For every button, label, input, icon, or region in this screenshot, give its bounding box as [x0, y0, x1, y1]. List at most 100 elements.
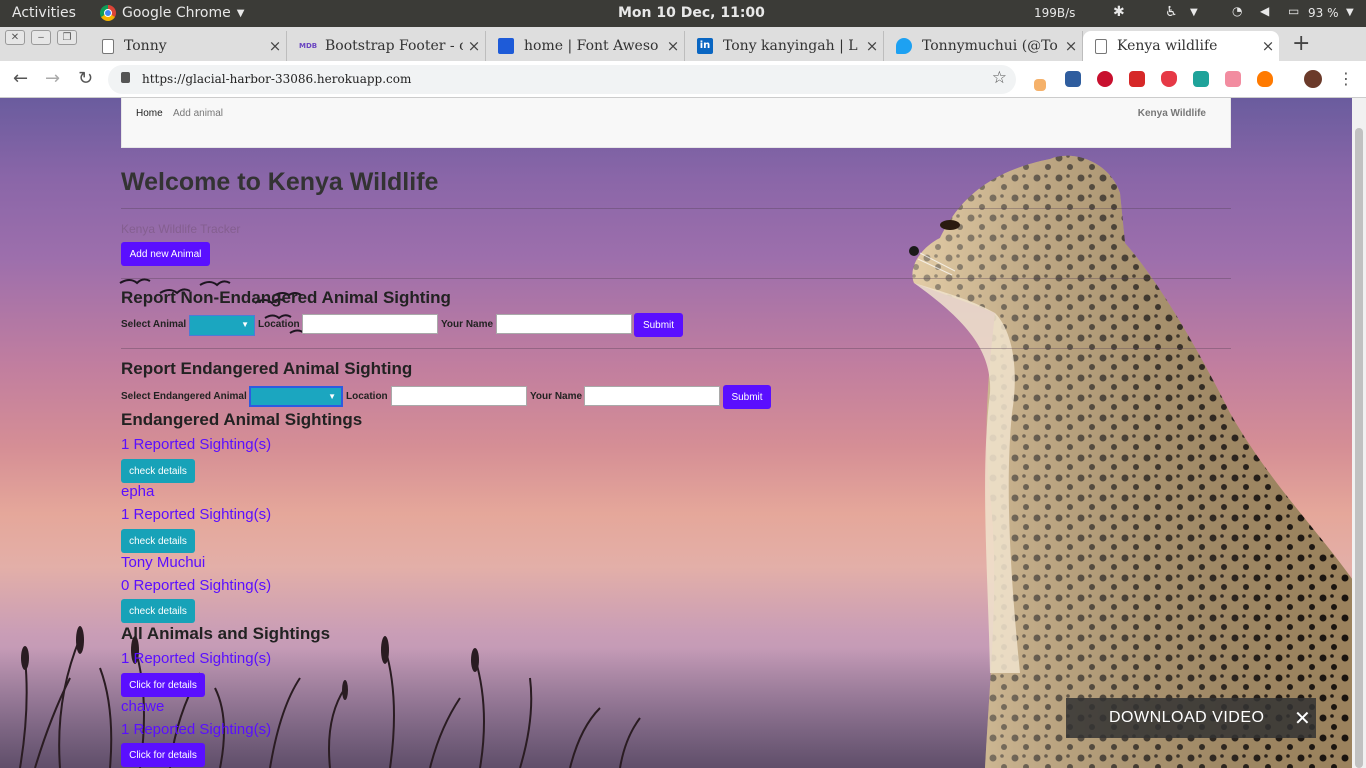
- submit-button[interactable]: Submit: [634, 313, 683, 337]
- sighting-count[interactable]: 0 Reported Sighting(s): [121, 577, 271, 594]
- divider: [121, 348, 1231, 349]
- sighting-count[interactable]: 1 Reported Sighting(s): [121, 436, 271, 453]
- divider: [121, 208, 1231, 209]
- page-icon: [1095, 38, 1107, 54]
- your-name-label: Your Name: [441, 319, 494, 330]
- tab-kenya-wildlife[interactable]: Kenya wildlife ×: [1083, 31, 1279, 61]
- name-input[interactable]: [584, 386, 720, 406]
- submit-button[interactable]: Submit: [723, 385, 771, 409]
- sighting-count[interactable]: 1 Reported Sighting(s): [121, 650, 271, 667]
- fire-extension-icon[interactable]: [1257, 71, 1273, 87]
- close-icon[interactable]: ×: [1257, 37, 1279, 55]
- back-arrow-icon[interactable]: ←: [13, 68, 28, 89]
- lock-icon: [121, 72, 130, 83]
- new-tab-button[interactable]: +: [1292, 31, 1310, 56]
- tab-twitter[interactable]: Tonnymuchui (@To ×: [884, 31, 1083, 61]
- location-label: Location: [346, 391, 388, 402]
- extension-icon[interactable]: [1097, 71, 1113, 87]
- chevron-down-icon: ▼: [236, 7, 245, 19]
- page-icon: [102, 38, 114, 54]
- app-menu[interactable]: Google Chrome ▼: [100, 5, 244, 21]
- volume-icon[interactable]: ◀: [1260, 4, 1269, 18]
- mdb-icon: MDB: [299, 42, 318, 50]
- tab-title: Tony kanyingah | L: [723, 38, 858, 54]
- forward-arrow-icon[interactable]: →: [45, 68, 60, 89]
- address-bar[interactable]: https://glacial-harbor-33086.herokuapp.c…: [108, 65, 1016, 94]
- tab-title: Tonny: [124, 38, 167, 54]
- click-for-details-button[interactable]: Click for details: [121, 673, 205, 697]
- menu-icon[interactable]: ⋮: [1338, 69, 1354, 88]
- url-text[interactable]: https://glacial-harbor-33086.herokuapp.c…: [142, 72, 411, 86]
- extension-icon[interactable]: [1065, 71, 1081, 87]
- check-details-button[interactable]: check details: [121, 459, 195, 483]
- check-details-button[interactable]: check details: [121, 599, 195, 623]
- animal-name[interactable]: epha: [121, 483, 154, 500]
- reload-icon[interactable]: ↻: [78, 68, 93, 89]
- download-video-label[interactable]: DOWNLOAD VIDEO: [1109, 709, 1264, 727]
- tab-tonny[interactable]: Tonny ×: [90, 31, 287, 61]
- animal-name[interactable]: Tony Muchui: [121, 554, 205, 571]
- twitter-icon: [896, 38, 912, 54]
- accessibility-icon[interactable]: ♿: [1165, 4, 1178, 20]
- endangered-animal-select[interactable]: [249, 386, 343, 407]
- tab-title: home | Font Aweso: [524, 38, 659, 54]
- wifi-icon[interactable]: ◔: [1232, 4, 1242, 18]
- eyedropper-extension-icon[interactable]: [1034, 79, 1046, 91]
- page-title: Welcome to Kenya Wildlife: [121, 168, 439, 196]
- select-animal-label: Select Animal: [121, 319, 187, 330]
- close-icon[interactable]: ×: [662, 37, 684, 55]
- close-icon[interactable]: ×: [463, 37, 485, 55]
- sighting-count[interactable]: 1 Reported Sighting(s): [121, 506, 271, 523]
- grass-image: [19, 626, 641, 768]
- name-input[interactable]: [496, 314, 632, 334]
- page-subtitle: Kenya Wildlife Tracker: [121, 222, 241, 236]
- location-input[interactable]: [302, 314, 438, 334]
- close-icon[interactable]: ×: [1060, 37, 1082, 55]
- linkedin-icon: in: [697, 38, 713, 54]
- scrollbar-thumb[interactable]: [1355, 128, 1363, 768]
- close-icon[interactable]: ✕: [1294, 706, 1311, 731]
- minimize-window-icon[interactable]: –: [31, 30, 51, 45]
- nav-add-animal-link[interactable]: Add animal: [173, 108, 223, 119]
- shield-extension-icon[interactable]: [1161, 71, 1177, 87]
- battery-icon[interactable]: ▭: [1288, 4, 1299, 18]
- system-top-bar: Activities Google Chrome ▼ Mon 10 Dec, 1…: [0, 0, 1366, 27]
- clock[interactable]: Mon 10 Dec, 11:00: [618, 5, 765, 21]
- battery-level: 93 %: [1308, 6, 1339, 20]
- animal-select[interactable]: [189, 315, 255, 336]
- click-for-details-button[interactable]: Click for details: [121, 743, 205, 767]
- download-video-bar[interactable]: DOWNLOAD VIDEO ✕: [1066, 698, 1316, 738]
- cheetah-image: [909, 155, 1352, 768]
- non-endangered-form-title: Report Non-Endangered Animal Sighting: [121, 288, 451, 307]
- site-navbar: Home Add animal Kenya Wildlife: [121, 98, 1231, 148]
- endangered-form-title: Report Endangered Animal Sighting: [121, 359, 413, 378]
- bookmark-star-icon[interactable]: ☆: [992, 68, 1007, 88]
- chevron-down-icon[interactable]: ▼: [1346, 7, 1354, 18]
- chevron-down-icon[interactable]: ▼: [1190, 7, 1198, 18]
- flag-icon: [498, 38, 514, 54]
- close-icon[interactable]: ×: [861, 37, 883, 55]
- add-new-animal-button[interactable]: Add new Animal: [121, 242, 210, 266]
- maximize-window-icon[interactable]: ❐: [57, 30, 77, 45]
- check-details-button[interactable]: check details: [121, 529, 195, 553]
- shield-extension-icon[interactable]: [1129, 71, 1145, 87]
- your-name-label: Your Name: [530, 391, 583, 402]
- activities-button[interactable]: Activities: [12, 5, 76, 21]
- page-scrollbar[interactable]: [1352, 98, 1366, 768]
- close-icon[interactable]: ×: [264, 37, 286, 55]
- location-input[interactable]: [391, 386, 527, 406]
- extension-icon[interactable]: [1225, 71, 1241, 87]
- select-endangered-animal-label: Select Endangered Animal: [121, 391, 247, 402]
- tab-font-awesome[interactable]: home | Font Aweso ×: [486, 31, 685, 61]
- sighting-count[interactable]: 1 Reported Sighting(s): [121, 721, 271, 738]
- settings-gear-icon[interactable]: ✱: [1113, 4, 1125, 20]
- animal-name[interactable]: chawe: [121, 698, 164, 715]
- extension-icon[interactable]: [1193, 71, 1209, 87]
- close-window-icon[interactable]: ✕: [5, 30, 25, 45]
- nav-home-link[interactable]: Home: [136, 108, 163, 119]
- avatar[interactable]: [1304, 70, 1322, 88]
- tab-linkedin[interactable]: in Tony kanyingah | L ×: [685, 31, 884, 61]
- tab-bootstrap-footer[interactable]: MDB Bootstrap Footer - c ×: [287, 31, 486, 61]
- nav-brand[interactable]: Kenya Wildlife: [1138, 108, 1206, 119]
- tab-strip: ✕ – ❐ Tonny × MDB Bootstrap Footer - c ×…: [0, 27, 1366, 61]
